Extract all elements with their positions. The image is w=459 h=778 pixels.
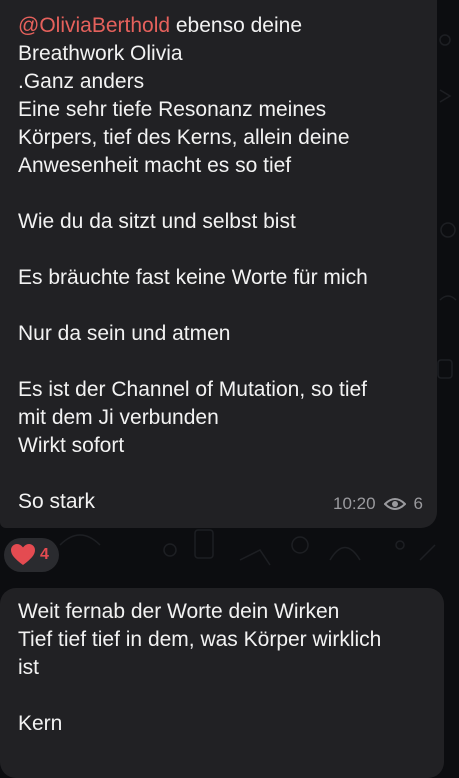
message-meta: 10:20 6 — [333, 494, 423, 514]
message-bubble[interactable]: Weit fernab der Worte dein Wirken Tief t… — [0, 588, 444, 778]
reaction-count: 4 — [40, 546, 49, 563]
message-text: @OliviaBerthold ebenso deine Breathwork … — [18, 12, 419, 516]
message-time: 10:20 — [332, 494, 376, 513]
mention-link[interactable]: @OliviaBerthold — [18, 14, 170, 37]
reaction-chip[interactable]: 4 — [4, 538, 59, 572]
message-text: Weit fernab der Worte dein Wirken Tief t… — [18, 600, 382, 735]
eye-icon — [383, 498, 406, 510]
heart-icon — [11, 544, 35, 565]
view-count: 6 — [413, 494, 423, 513]
message-bubble[interactable]: @OliviaBerthold ebenso deine Breathwork … — [0, 0, 437, 528]
message-body: ebenso deine Breathwork Olivia .Ganz and… — [18, 14, 368, 513]
